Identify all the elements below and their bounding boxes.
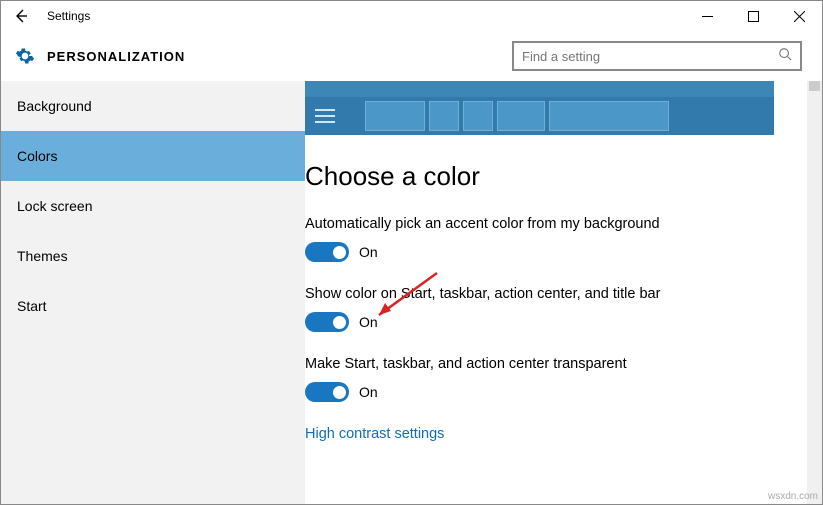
sidebar-item-label: Lock screen <box>17 198 92 214</box>
sidebar-item-start[interactable]: Start <box>1 281 305 331</box>
option-label-show-color: Show color on Start, taskbar, action cen… <box>305 286 804 302</box>
main-content: Choose a color Automatically pick an acc… <box>305 81 822 504</box>
minimize-button[interactable] <box>684 1 730 31</box>
search-box[interactable] <box>512 41 802 71</box>
back-button[interactable] <box>1 1 41 31</box>
sidebar-item-lock-screen[interactable]: Lock screen <box>1 181 305 231</box>
color-preview <box>305 81 774 135</box>
scrollbar[interactable] <box>807 81 822 504</box>
maximize-button[interactable] <box>730 1 776 31</box>
gear-icon <box>15 46 35 66</box>
sidebar-item-label: Themes <box>17 248 68 264</box>
sidebar-item-colors[interactable]: Colors <box>1 131 305 181</box>
window-title: Settings <box>41 9 90 23</box>
titlebar: Settings <box>1 1 822 31</box>
toggle-state: On <box>359 384 378 400</box>
section-heading: Choose a color <box>305 161 804 192</box>
sidebar-item-label: Colors <box>17 148 57 164</box>
settings-window: Settings PERSONALIZATION Background Colo… <box>0 0 823 505</box>
sidebar-item-themes[interactable]: Themes <box>1 231 305 281</box>
sidebar-item-background[interactable]: Background <box>1 81 305 131</box>
sidebar-item-label: Start <box>17 298 47 314</box>
toggle-state: On <box>359 314 378 330</box>
watermark: wsxdn.com <box>768 491 818 502</box>
option-label-transparent: Make Start, taskbar, and action center t… <box>305 356 804 372</box>
sidebar-item-label: Background <box>17 98 92 114</box>
page-title: PERSONALIZATION <box>47 49 185 64</box>
option-label-auto-accent: Automatically pick an accent color from … <box>305 216 804 232</box>
scrollbar-thumb[interactable] <box>809 81 820 91</box>
toggle-show-color[interactable] <box>305 312 349 332</box>
toggle-auto-accent[interactable] <box>305 242 349 262</box>
body: Background Colors Lock screen Themes Sta… <box>1 81 822 504</box>
sidebar: Background Colors Lock screen Themes Sta… <box>1 81 305 504</box>
toggle-transparent[interactable] <box>305 382 349 402</box>
high-contrast-link[interactable]: High contrast settings <box>305 426 444 442</box>
search-input[interactable] <box>522 49 778 64</box>
close-button[interactable] <box>776 1 822 31</box>
search-icon <box>778 47 792 66</box>
header: PERSONALIZATION <box>1 31 822 81</box>
toggle-state: On <box>359 244 378 260</box>
